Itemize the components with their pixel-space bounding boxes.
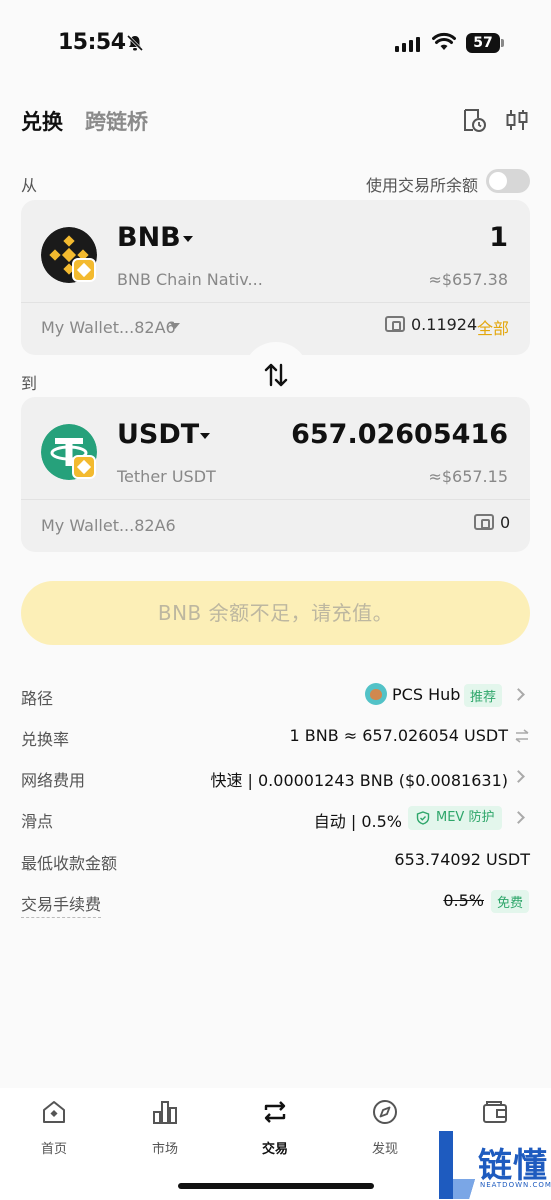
battery-level: 57 bbox=[466, 33, 500, 53]
wallet-dropdown-icon[interactable] bbox=[170, 323, 180, 329]
recommended-tag: 推荐 bbox=[464, 684, 503, 707]
cellular-signal-icon bbox=[395, 36, 420, 52]
to-token-name: Tether USDT bbox=[117, 467, 216, 486]
wifi-icon bbox=[432, 32, 456, 50]
chevron-right-icon[interactable] bbox=[512, 770, 525, 783]
to-usd-value: ≈$657.15 bbox=[428, 467, 508, 486]
to-amount: 657.02605416 bbox=[291, 419, 508, 450]
bsc-chain-badge-icon bbox=[72, 258, 96, 282]
wallet-balance-icon bbox=[385, 316, 405, 332]
from-token-name: BNB Chain Nativ... bbox=[117, 270, 263, 289]
nav-market-label: 市场 bbox=[151, 1142, 178, 1157]
route-value[interactable]: PCS Hub bbox=[392, 685, 460, 704]
invert-rate-icon[interactable] bbox=[514, 729, 530, 743]
tab-swap[interactable]: 兑换 bbox=[21, 106, 63, 136]
chevron-right-icon[interactable] bbox=[512, 688, 525, 701]
min-receive-label: 最低收款金额 bbox=[21, 854, 118, 873]
chevron-right-icon[interactable] bbox=[512, 811, 525, 824]
route-label: 路径 bbox=[21, 689, 54, 708]
free-tag: 免费 bbox=[491, 890, 530, 913]
to-balance: 0 bbox=[500, 513, 511, 532]
nav-trade-label: 交易 bbox=[261, 1142, 288, 1157]
home-indicator bbox=[178, 1183, 374, 1189]
nav-discover-label: 发现 bbox=[371, 1142, 398, 1157]
wallet-icon bbox=[483, 1101, 507, 1123]
compass-icon bbox=[373, 1100, 397, 1124]
swap-icon bbox=[264, 1101, 286, 1123]
to-label: 到 bbox=[21, 374, 38, 393]
nav-discover[interactable]: 发现 bbox=[345, 1098, 425, 1157]
min-receive-value: 653.74092 USDT bbox=[394, 850, 530, 869]
to-token-dropdown-icon[interactable] bbox=[200, 433, 210, 439]
status-time: 15:54 bbox=[58, 30, 126, 55]
from-token-symbol[interactable]: BNB bbox=[117, 222, 181, 253]
mev-protection-tag: MEV 防护 bbox=[408, 806, 502, 830]
rate-value: 1 BNB ≈ 657.026054 USDT bbox=[289, 726, 508, 745]
wallet-balance-icon bbox=[474, 514, 494, 530]
history-icon[interactable] bbox=[461, 107, 487, 133]
from-token-dropdown-icon[interactable] bbox=[183, 236, 193, 242]
max-all-button[interactable]: 全部 bbox=[477, 315, 509, 339]
nav-home-label: 首页 bbox=[40, 1142, 67, 1157]
from-usd-value: ≈$657.38 bbox=[428, 270, 508, 289]
from-amount-input[interactable]: 1 bbox=[300, 222, 508, 253]
watermark-text: 链懂 bbox=[478, 1146, 548, 1186]
use-exchange-balance-toggle[interactable] bbox=[486, 169, 530, 193]
rate-label: 兑换率 bbox=[21, 730, 70, 749]
candlestick-chart-icon[interactable] bbox=[504, 107, 530, 133]
watermark-logo bbox=[439, 1131, 475, 1199]
chart-icon bbox=[153, 1101, 177, 1124]
from-wallet-selector[interactable]: My Wallet...82A6 bbox=[41, 318, 176, 337]
home-icon bbox=[43, 1101, 65, 1123]
from-label: 从 bbox=[21, 176, 38, 195]
nav-home[interactable]: 首页 bbox=[14, 1098, 94, 1157]
to-token-symbol[interactable]: USDT bbox=[117, 419, 199, 450]
shield-check-icon bbox=[416, 811, 430, 825]
trade-fee-label[interactable]: 交易手续费 bbox=[21, 891, 102, 918]
to-wallet-selector[interactable]: My Wallet...82A6 bbox=[41, 516, 176, 535]
swap-arrows-icon bbox=[264, 363, 288, 387]
network-fee-value[interactable]: 快速 | 0.00001243 BNB ($0.0081631) bbox=[200, 767, 508, 791]
network-fee-label: 网络费用 bbox=[21, 771, 86, 790]
battery-tip bbox=[501, 39, 504, 47]
bell-muted-icon bbox=[126, 34, 144, 52]
nav-trade[interactable]: 交易 bbox=[235, 1098, 315, 1157]
watermark-subtext: NEATDOWN.COM bbox=[480, 1181, 551, 1189]
trade-fee-value: 0.5% bbox=[443, 891, 484, 910]
pancakeswap-icon bbox=[365, 683, 387, 705]
use-exchange-balance-label: 使用交易所余额 bbox=[366, 176, 479, 195]
mev-protection-label: MEV 防护 bbox=[436, 810, 495, 825]
from-balance: 0.11924 bbox=[411, 315, 478, 334]
slippage-label: 滑点 bbox=[21, 812, 54, 831]
tab-bridge[interactable]: 跨链桥 bbox=[85, 106, 148, 136]
insufficient-balance-button[interactable]: BNB 余额不足，请充值。 bbox=[21, 581, 530, 645]
bsc-chain-badge-icon bbox=[72, 455, 96, 479]
nav-market[interactable]: 市场 bbox=[125, 1098, 205, 1157]
slippage-value[interactable]: 自动 | 0.5% bbox=[300, 808, 402, 832]
